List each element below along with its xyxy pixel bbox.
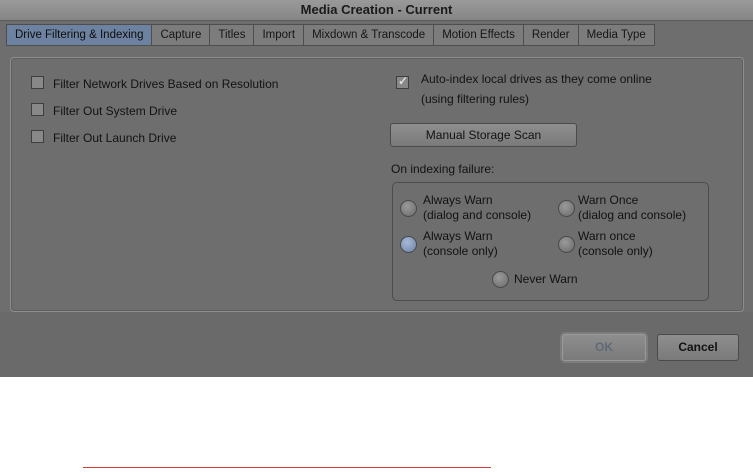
auto-index-sublabel: (using filtering rules)	[421, 92, 530, 106]
always-warn-console-only-sublabel: (console only)	[423, 244, 498, 258]
window-title: Media Creation - Current	[0, 0, 753, 21]
warn-once-console-only-sublabel: (console only)	[578, 244, 653, 258]
warn-once-dialog-console-option[interactable]: Warn Once (dialog and console)	[558, 193, 686, 223]
tab-capture[interactable]: Capture	[151, 24, 211, 46]
warn-once-dialog-console-radio[interactable]	[558, 199, 575, 217]
warn-once-dialog-console-label: Warn Once	[578, 193, 639, 207]
auto-index-checkbox[interactable]	[396, 74, 409, 89]
filter-network-drives-label: Filter Network Drives Based on Resolutio…	[53, 77, 279, 91]
tab-mixdown-transcode[interactable]: Mixdown & Transcode	[303, 24, 435, 46]
filter-network-drives-option[interactable]: Filter Network Drives Based on Resolutio…	[31, 76, 278, 92]
indexing-failure-heading: On indexing failure:	[391, 162, 495, 176]
always-warn-dialog-console-label: Always Warn	[423, 193, 493, 207]
cancel-button[interactable]: Cancel	[657, 334, 739, 361]
tab-drive-filtering-indexing[interactable]: Drive Filtering & Indexing	[6, 24, 153, 46]
never-warn-radio[interactable]	[492, 271, 509, 288]
always-warn-console-only-label: Always Warn	[423, 229, 493, 243]
auto-index-option[interactable]: Auto-index local drives as they come onl…	[396, 68, 652, 108]
media-creation-dialog: Media Creation - Current Drive Filtering…	[0, 0, 753, 377]
ok-button[interactable]: OK	[562, 334, 646, 361]
always-warn-dialog-console-radio[interactable]	[400, 199, 417, 217]
filter-system-drive-option[interactable]: Filter Out System Drive	[31, 103, 177, 119]
auto-index-label: Auto-index local drives as they come onl…	[421, 72, 652, 86]
tab-bar: Drive Filtering & Indexing Capture Title…	[6, 24, 655, 46]
tab-media-type[interactable]: Media Type	[577, 24, 655, 46]
warn-once-console-only-radio[interactable]	[558, 235, 575, 253]
filter-system-drive-label: Filter Out System Drive	[53, 104, 178, 118]
dialog-footer: OK Cancel	[0, 312, 753, 377]
tab-motion-effects[interactable]: Motion Effects	[433, 24, 524, 46]
manual-storage-scan-button[interactable]: Manual Storage Scan	[390, 123, 577, 147]
always-warn-dialog-console-option[interactable]: Always Warn (dialog and console)	[400, 193, 531, 223]
tab-titles[interactable]: Titles	[209, 24, 255, 46]
never-warn-option[interactable]: Never Warn	[492, 271, 578, 288]
always-warn-dialog-console-sublabel: (dialog and console)	[423, 208, 532, 222]
filter-system-drive-checkbox[interactable]	[31, 103, 44, 116]
filter-launch-drive-label: Filter Out Launch Drive	[53, 131, 177, 145]
always-warn-console-only-radio[interactable]	[400, 235, 417, 253]
never-warn-label: Never Warn	[514, 272, 578, 286]
warn-once-console-only-option[interactable]: Warn once (console only)	[558, 229, 653, 259]
warn-once-console-only-label: Warn once	[578, 229, 636, 243]
always-warn-console-only-option[interactable]: Always Warn (console only)	[400, 229, 498, 259]
annotation-underline	[83, 467, 491, 468]
filter-launch-drive-checkbox[interactable]	[31, 130, 44, 143]
filter-launch-drive-option[interactable]: Filter Out Launch Drive	[31, 130, 176, 146]
warn-once-dialog-console-sublabel: (dialog and console)	[578, 208, 687, 222]
filter-network-drives-checkbox[interactable]	[31, 76, 44, 89]
tab-render[interactable]: Render	[522, 24, 579, 46]
tab-import[interactable]: Import	[253, 24, 305, 46]
